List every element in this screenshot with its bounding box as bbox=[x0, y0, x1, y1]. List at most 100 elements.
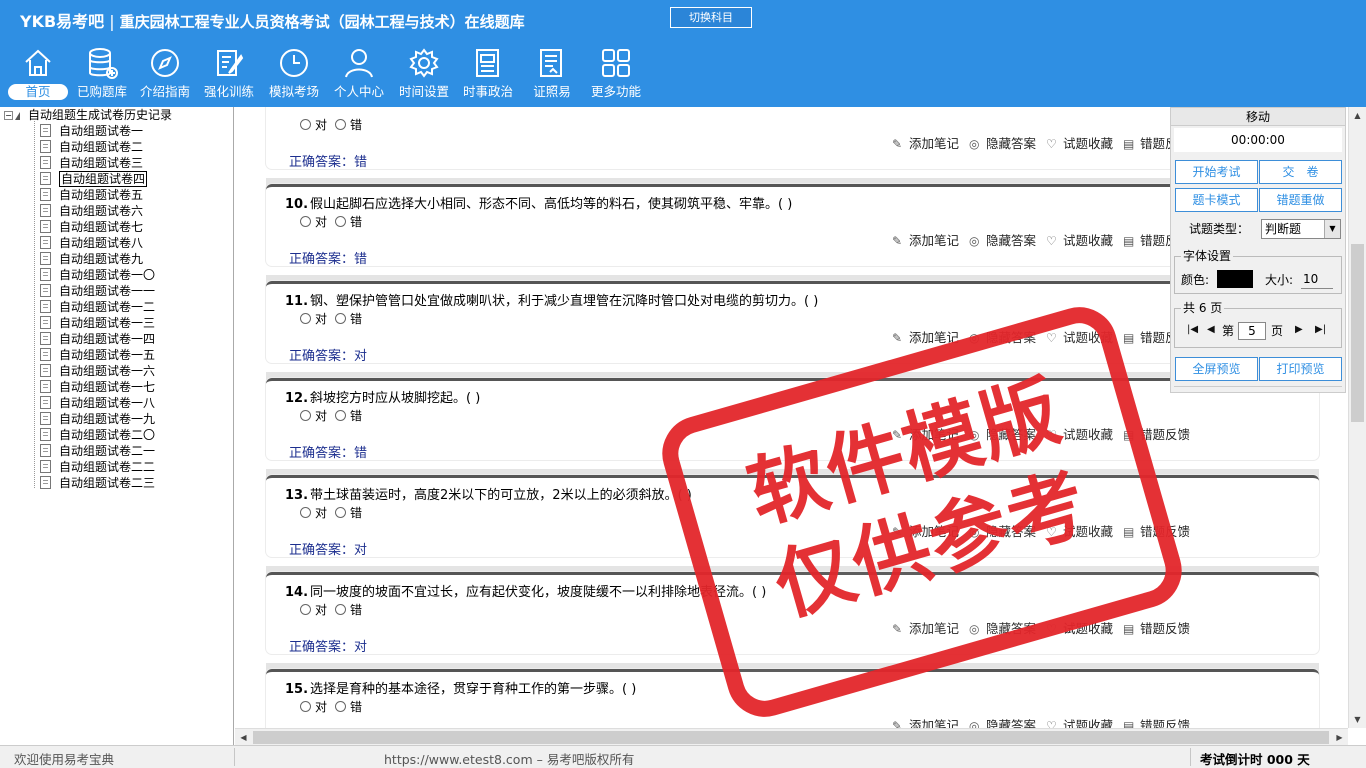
tree-item[interactable]: 自动组题试卷二〇 bbox=[40, 427, 155, 443]
compass-icon bbox=[151, 49, 179, 77]
page-number-input[interactable]: 5 bbox=[1238, 322, 1266, 340]
question-type-label: 试题类型： bbox=[1189, 222, 1250, 236]
option-false-radio[interactable] bbox=[335, 410, 347, 421]
question-type-select[interactable]: 判断题 ▼ bbox=[1261, 219, 1341, 239]
tree-item[interactable]: 自动组题试卷二二 bbox=[40, 459, 155, 475]
card-mode-button[interactable]: 题卡模式 bbox=[1175, 188, 1258, 212]
report-error-button[interactable]: ▤ 错题反馈 bbox=[1123, 621, 1190, 636]
favorite-button[interactable]: ♡ 试题收藏 bbox=[1046, 718, 1113, 728]
tree-item[interactable]: 自动组题试卷一一 bbox=[40, 283, 155, 299]
favorite-button[interactable]: ♡ 试题收藏 bbox=[1046, 233, 1113, 248]
nav-purchased[interactable]: 已购题库 bbox=[70, 46, 134, 102]
add-note-button[interactable]: ✎ 添加笔记 bbox=[892, 233, 959, 248]
option-false-radio[interactable] bbox=[335, 313, 347, 324]
nav-certificate[interactable]: 证照易 bbox=[520, 46, 584, 102]
option-true-radio[interactable] bbox=[300, 507, 311, 518]
hscroll-thumb[interactable] bbox=[253, 731, 1329, 744]
tree-item[interactable]: 自动组题试卷一九 bbox=[40, 411, 155, 427]
panel-header[interactable]: 移动 bbox=[1171, 108, 1345, 126]
redo-wrong-button[interactable]: 错题重做 bbox=[1259, 188, 1342, 212]
nav-more[interactable]: 更多功能 bbox=[584, 46, 648, 102]
document-icon bbox=[40, 140, 51, 153]
fullscreen-preview-button[interactable]: 全屏预览 bbox=[1175, 357, 1258, 381]
tree-item[interactable]: 自动组题试卷一三 bbox=[40, 315, 155, 331]
document-icon bbox=[40, 444, 51, 457]
nav-time-settings[interactable]: 时间设置 bbox=[392, 46, 456, 102]
tree-item[interactable]: 自动组题试卷二三 bbox=[40, 475, 155, 491]
nav-current-affairs[interactable]: 时事政治 bbox=[456, 46, 520, 102]
tree-item[interactable]: 自动组题试卷一二 bbox=[40, 299, 155, 315]
option-true-radio[interactable] bbox=[300, 701, 311, 712]
tree-item[interactable]: 自动组题试卷一 bbox=[40, 123, 143, 139]
option-true-radio[interactable] bbox=[300, 604, 311, 615]
start-exam-button[interactable]: 开始考试 bbox=[1175, 160, 1258, 184]
option-true-radio[interactable] bbox=[300, 410, 311, 421]
horizontal-scrollbar[interactable]: ◀ ▶ bbox=[235, 728, 1348, 745]
tree-item[interactable]: 自动组题试卷六 bbox=[40, 203, 143, 219]
option-false-radio[interactable] bbox=[335, 604, 347, 615]
panel-scrollbar[interactable] bbox=[1174, 386, 1342, 393]
document-icon bbox=[40, 364, 51, 377]
vertical-scrollbar[interactable]: ▲ ▼ bbox=[1348, 107, 1366, 728]
next-page-icon[interactable]: ▶ bbox=[1295, 324, 1303, 335]
hide-answer-button[interactable]: ◎ 隐藏答案 bbox=[969, 233, 1036, 248]
collapse-icon[interactable]: − bbox=[4, 111, 13, 120]
tree-item[interactable]: 自动组题试卷二 bbox=[40, 139, 143, 155]
scroll-right-icon[interactable]: ▶ bbox=[1331, 729, 1348, 746]
option-true-radio[interactable] bbox=[300, 216, 311, 227]
option-false-radio[interactable] bbox=[335, 119, 347, 130]
scroll-left-icon[interactable]: ◀ bbox=[235, 729, 252, 746]
tree-item[interactable]: 自动组题试卷一七 bbox=[40, 379, 155, 395]
tree-item[interactable]: 自动组题试卷七 bbox=[40, 219, 143, 235]
tree-item[interactable]: 自动组题试卷五 bbox=[40, 187, 143, 203]
tree-item[interactable]: 自动组题试卷三 bbox=[40, 155, 143, 171]
scroll-up-icon[interactable]: ▲ bbox=[1349, 107, 1366, 124]
switch-subject-button[interactable]: 切换科目 bbox=[670, 7, 752, 28]
newspaper-icon bbox=[476, 49, 499, 77]
option-true-radio[interactable] bbox=[300, 313, 311, 324]
add-note-button[interactable]: ✎ 添加笔记 bbox=[892, 136, 959, 151]
brand-logo: YKB易考吧 bbox=[20, 12, 105, 31]
submit-button[interactable]: 交 卷 bbox=[1259, 160, 1342, 184]
tree-item[interactable]: 自动组题试卷一八 bbox=[40, 395, 155, 411]
scroll-thumb[interactable] bbox=[1351, 244, 1364, 422]
exam-title: 重庆园林工程专业人员资格考试（园林工程与技术）在线题库 bbox=[119, 13, 525, 31]
option-false-radio[interactable] bbox=[335, 701, 347, 712]
first-page-icon[interactable]: |◀ bbox=[1187, 324, 1198, 335]
nav-profile[interactable]: 个人中心 bbox=[326, 46, 392, 102]
document-icon: ▤ bbox=[1123, 234, 1135, 248]
answer-options: 对错 bbox=[300, 407, 370, 424]
font-size-input[interactable]: 10 bbox=[1301, 269, 1333, 289]
pencil-icon: ✎ bbox=[892, 137, 903, 151]
add-note-button[interactable]: ✎ 添加笔记 bbox=[892, 718, 959, 728]
prev-page-icon[interactable]: ◀ bbox=[1207, 324, 1215, 335]
last-page-icon[interactable]: ▶| bbox=[1315, 324, 1326, 335]
nav-mock-exam[interactable]: 模拟考场 bbox=[262, 46, 326, 102]
option-true-radio[interactable] bbox=[300, 119, 311, 130]
nav-guide[interactable]: 介绍指南 bbox=[134, 46, 196, 102]
tree-item[interactable]: 自动组题试卷八 bbox=[40, 235, 143, 251]
scroll-down-icon[interactable]: ▼ bbox=[1349, 711, 1366, 728]
favorite-button[interactable]: ♡ 试题收藏 bbox=[1046, 136, 1113, 151]
document-icon bbox=[40, 172, 51, 185]
tree-item[interactable]: 自动组题试卷一四 bbox=[40, 331, 155, 347]
option-false-radio[interactable] bbox=[335, 216, 347, 227]
nav-home[interactable]: 首页 bbox=[6, 46, 70, 102]
report-error-button[interactable]: ▤ 错题反馈 bbox=[1123, 718, 1190, 728]
tree-item[interactable]: 自动组题试卷四 bbox=[40, 171, 148, 187]
option-false-radio[interactable] bbox=[335, 507, 347, 518]
hide-answer-button[interactable]: ◎ 隐藏答案 bbox=[969, 718, 1036, 728]
tree-root[interactable]: − 自动组题生成试卷历史记录 bbox=[4, 107, 172, 123]
answer-options: 对错 bbox=[300, 601, 370, 618]
tree-item[interactable]: 自动组题试卷一六 bbox=[40, 363, 155, 379]
tree-item[interactable]: 自动组题试卷一五 bbox=[40, 347, 155, 363]
print-preview-button[interactable]: 打印预览 bbox=[1259, 357, 1342, 381]
tree-item[interactable]: 自动组题试卷二一 bbox=[40, 443, 155, 459]
hide-answer-button[interactable]: ◎ 隐藏答案 bbox=[969, 136, 1036, 151]
tree-item[interactable]: 自动组题试卷一〇 bbox=[40, 267, 155, 283]
nav-training[interactable]: 强化训练 bbox=[196, 46, 262, 102]
app-title: YKB易考吧 | 重庆园林工程专业人员资格考试（园林工程与技术）在线题库 bbox=[20, 12, 525, 31]
document-icon bbox=[40, 220, 51, 233]
color-picker[interactable] bbox=[1217, 270, 1253, 288]
tree-item[interactable]: 自动组题试卷九 bbox=[40, 251, 143, 267]
